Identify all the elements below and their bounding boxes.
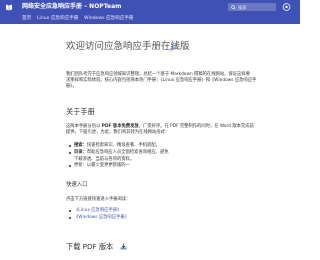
list-item: 《Windows 应急响应手册》 [69,215,129,222]
windows-manual-link[interactable]: 《Windows 应急响应手册》 [74,215,129,220]
navigation-tabs: 首页 Linux 应急响应手册 Windows 应急响应手册 [0,14,300,24]
top-header: 网络安全应急响应手册 – NOPTeam 搜索 [0,0,300,14]
search-box[interactable]: 搜索 [228,3,276,11]
feature-list: 搜索：快速检索知识、精准查看、手机适配。 目录：帮助应急响应人员全面检索查询相应… [69,143,169,157]
book-logo-icon[interactable] [5,3,13,11]
quick-access-heading: 快速入口 [66,182,88,188]
github-icon[interactable] [282,3,291,11]
tab-home[interactable]: 首页 [22,16,31,22]
list-item: 更新：以最少变更更新版的一 [69,163,130,168]
feature-list-extra: 更新：以最少变更更新版的一 [69,163,130,170]
site-title[interactable]: 网络安全应急响应手册 – NOPTeam [22,3,121,11]
about-paragraph: 这两本手册分别以 PDF 版本免费发放，广受好评。在 PDF 完整制作的同时，在… [66,124,254,136]
search-icon [231,4,236,10]
search-placeholder: 搜索 [238,4,247,10]
linux-manual-link[interactable]: 《Linux 应急响应手册》 [74,208,121,213]
quick-links-list: 《Linux 应急响应手册》 《Windows 应急响应手册》 [69,208,129,222]
quick-access-intro: 点击下方链接快速进入手册阅读： [66,197,131,202]
list-item: 目录：帮助应急响应人员全面检索查询相应、避免 [69,149,169,155]
tab-linux-manual[interactable]: Linux 应急响应手册 [37,16,78,22]
rocket-icon [169,44,177,52]
about-heading: 关于手册 [66,107,95,116]
download-icon[interactable] [120,243,127,250]
list-item: 搜索：快速检索知识、精准查看、手机适配。 [69,143,169,150]
intro-paragraph: 我们团队考完于应急响应领域知识整理，总结一个基于 Markdown 撰稿的在线网… [66,72,257,90]
download-heading: 下载 PDF 版本 [66,242,114,251]
list-item: 《Linux 应急响应手册》 [69,208,129,215]
tab-windows-manual[interactable]: Windows 应急响应手册 [84,16,134,22]
